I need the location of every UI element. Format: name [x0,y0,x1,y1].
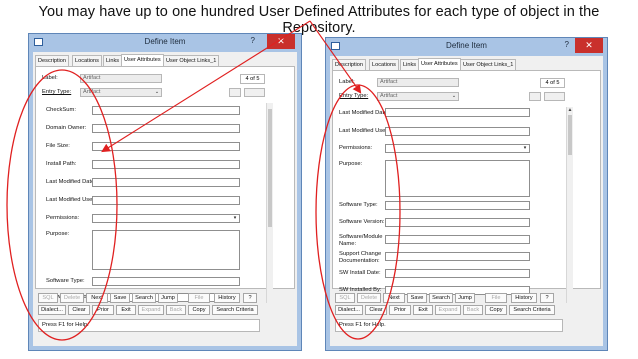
arrow-to-left-dialog [101,20,311,153]
right-highlight-ellipse [315,84,401,340]
left-highlight-ellipse [6,69,118,341]
arrow-to-right-dialog [309,20,362,94]
annotation-overlay [6,20,401,341]
